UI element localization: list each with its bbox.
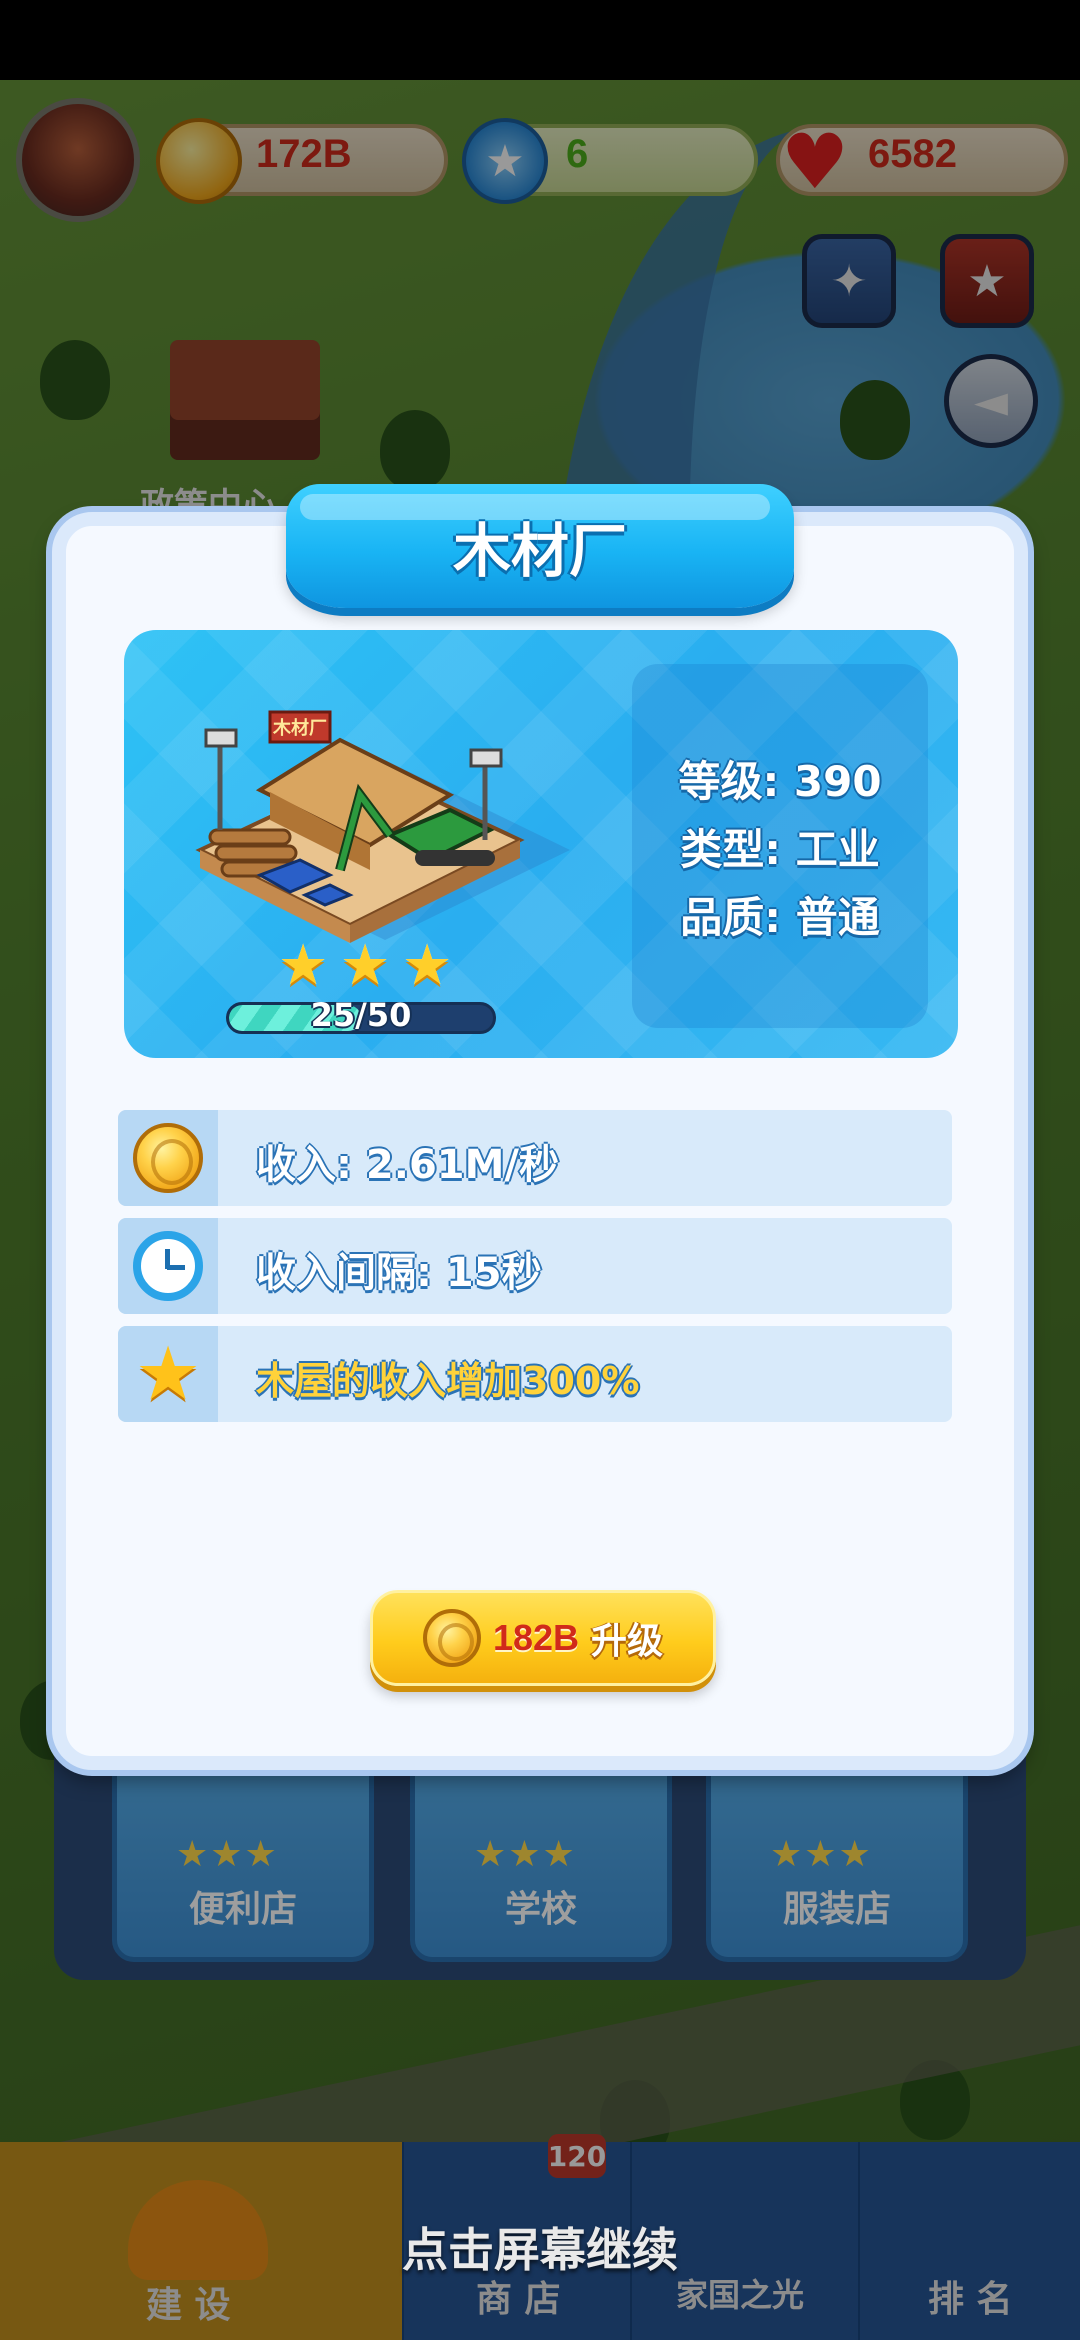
dialog-title-banner: 木材厂 (286, 484, 794, 608)
star-icon: ★ (340, 933, 391, 998)
star-icon: ★ (402, 933, 453, 998)
income-text: 收入: 2.61M/秒 (256, 1142, 560, 1188)
building-card-stars: ★★★ (176, 1834, 279, 1875)
star-value: 6 (566, 132, 589, 176)
type-text: 类型: 工业 (680, 825, 880, 874)
quality-text: 品质: 普通 (680, 893, 880, 942)
building-card-label: 学校 (504, 1889, 577, 1930)
tap-to-continue-text[interactable]: 点击屏幕继续 (0, 2214, 1080, 2280)
coin-icon (156, 118, 242, 204)
mill-sign-text: 木材厂 (272, 717, 327, 739)
lumber-mill-illustration: 木材厂 (195, 710, 570, 943)
event-button[interactable]: ✦ (802, 234, 896, 328)
clock-icon (133, 1231, 203, 1301)
upgrade-button[interactable]: 182B 升级 (370, 1590, 716, 1686)
progress-text: 25/50 (310, 996, 412, 1034)
upgrade-label: 升级 (591, 1621, 664, 1662)
gift-button[interactable]: ★ (940, 234, 1034, 328)
lamp (469, 748, 503, 768)
lamp (204, 728, 238, 748)
building-card-stars: ★★★ (474, 1834, 577, 1875)
coin-value: 172B (256, 132, 352, 176)
bonus-icon-cell: ★ (118, 1326, 218, 1422)
log (208, 828, 292, 846)
upgrade-cost: 182B (492, 1617, 580, 1658)
dialog-title: 木材厂 (452, 517, 627, 585)
shop-badge: 120 (548, 2134, 606, 2178)
log (214, 844, 298, 862)
scene-tree (380, 410, 450, 490)
speaker-button[interactable]: ◄ (944, 354, 1038, 448)
building-card-label: 便利店 (188, 1889, 297, 1930)
star-icon: ★ (134, 1331, 202, 1417)
income-interval-text: 收入间隔: 15秒 (256, 1250, 542, 1296)
excavator-track (415, 850, 495, 866)
building-card-label: 服装店 (782, 1889, 891, 1930)
blue-star-icon: ★ (462, 118, 548, 204)
bonus-text: 木屋的收入增加300% (256, 1359, 640, 1403)
building-stars: ★ ★ ★ (278, 933, 454, 1000)
heart-value: 6582 (868, 132, 957, 176)
interval-icon-cell (118, 1218, 218, 1314)
level-text: 等级: 390 (678, 757, 882, 806)
star-icon: ★ (278, 933, 329, 998)
scene-building (170, 340, 320, 460)
coin-icon (422, 1609, 481, 1667)
status-bar (0, 0, 1080, 82)
scene-tree (840, 380, 910, 460)
heart-icon: ♥ (780, 116, 850, 206)
tab-build-label: 建 设 (146, 2285, 231, 2326)
income-icon-cell (118, 1110, 218, 1206)
scene-tree (40, 340, 110, 420)
player-avatar[interactable] (16, 98, 140, 222)
coin-icon (133, 1123, 203, 1193)
building-card-stars: ★★★ (770, 1834, 873, 1875)
